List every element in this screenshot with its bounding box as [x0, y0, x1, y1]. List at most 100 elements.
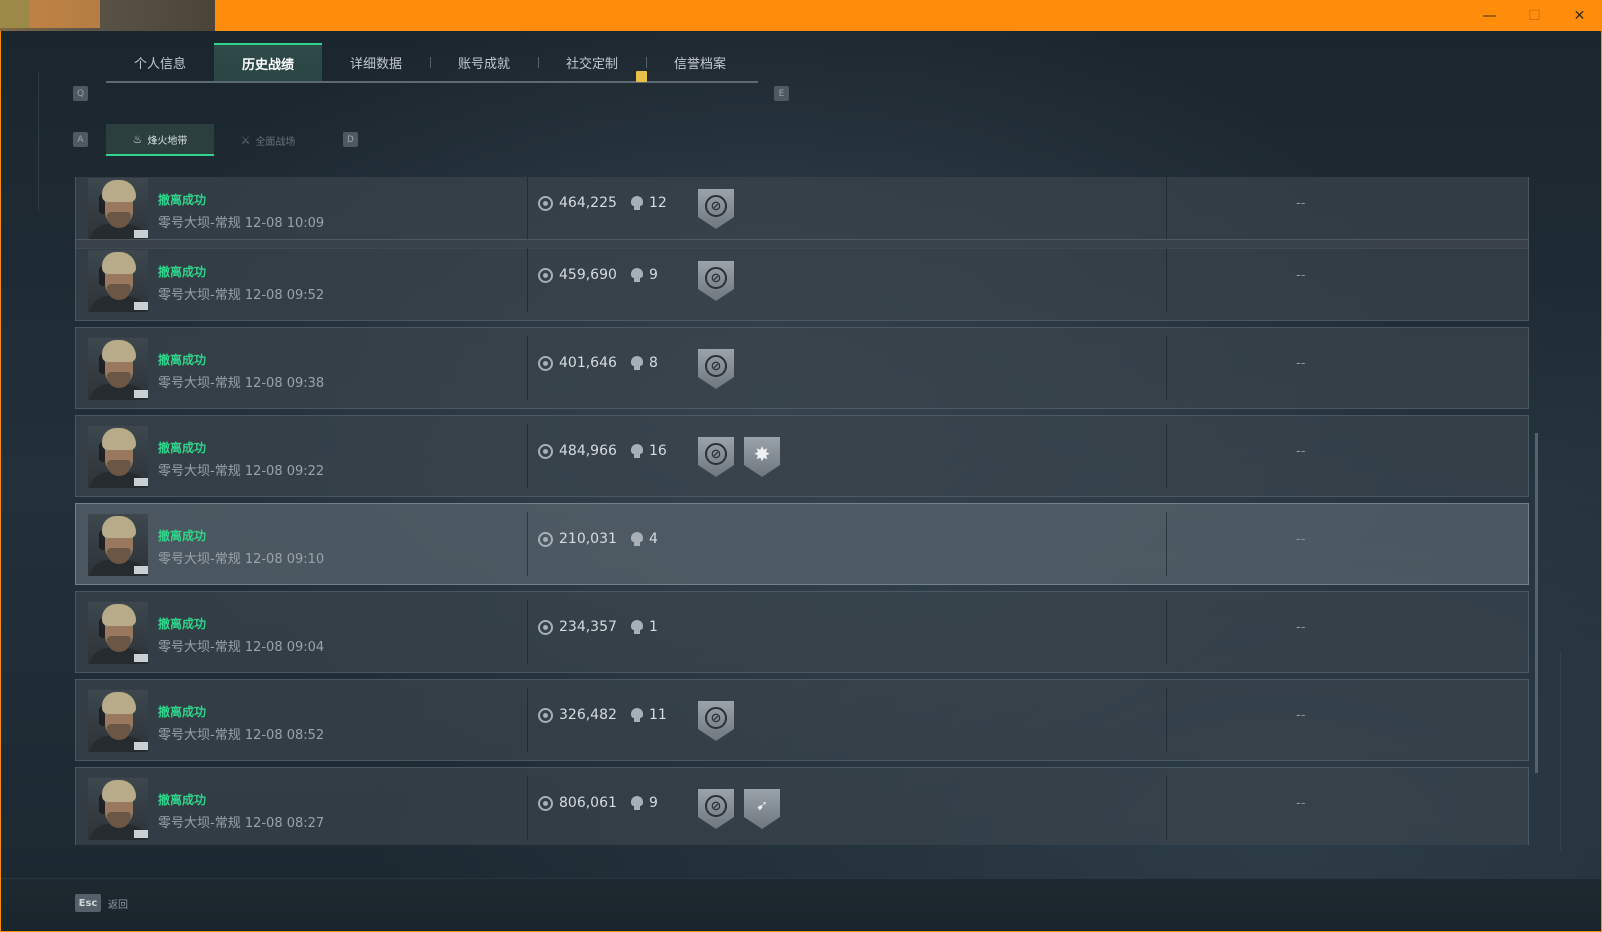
skull-icon: [631, 532, 643, 546]
match-map-time: 零号大坝-常规 12-08 08:27: [158, 816, 325, 831]
match-note: --: [1296, 620, 1306, 635]
decor-line: [1560, 651, 1561, 851]
row-divider: [1166, 688, 1167, 752]
skull-icon: [631, 196, 643, 210]
loot-value: 401,646: [538, 355, 617, 371]
row-divider: [527, 336, 528, 400]
loot-value: 464,225: [538, 195, 617, 211]
window-titlebar[interactable]: [0, 0, 1602, 31]
row-divider: [527, 177, 528, 240]
kill-count: 9: [631, 267, 658, 283]
extraction-badge-icon[interactable]: ⊘: [698, 189, 734, 229]
match-row[interactable]: 撤离成功 零号大坝-常规 12-08 09:52 459,690 9 ⊘ --: [75, 239, 1529, 321]
skull-icon: [631, 620, 643, 634]
loot-value-text: 326,482: [559, 707, 617, 723]
loot-value-text: 464,225: [559, 195, 617, 211]
subtab-prev-key[interactable]: A: [73, 132, 88, 147]
kill-count-text: 11: [649, 707, 667, 723]
skull-icon: [631, 796, 643, 810]
tab-1[interactable]: 历史战绩: [214, 43, 322, 81]
weapon-badge-icon[interactable]: ➹: [744, 789, 780, 829]
extraction-badge-icon[interactable]: ⊘: [698, 789, 734, 829]
mode-tabs: ♨ 烽火地带 ⚔ 全面战场: [106, 124, 322, 156]
row-divider: [1166, 600, 1167, 664]
match-map-time: 零号大坝-常规 12-08 09:22: [158, 464, 325, 479]
match-note: --: [1296, 268, 1306, 283]
coin-icon: [538, 795, 553, 811]
flame-mode-icon: ♨: [132, 132, 143, 146]
back-button[interactable]: Esc 返回: [75, 894, 128, 912]
extraction-badge-icon[interactable]: ⊘: [698, 701, 734, 741]
match-history-list[interactable]: 撤离成功 零号大坝-常规 12-08 10:09 464,225 12 ⊘ -- 撤离成功零…: [75, 177, 1537, 845]
list-scrollbar[interactable]: [1535, 433, 1538, 773]
match-status: 撤离成功: [158, 265, 207, 279]
match-map-time: 零号大坝-常规 12-08 08:52: [158, 728, 325, 743]
match-status: 撤离成功: [158, 793, 207, 807]
maximize-button[interactable]: ☐: [1512, 0, 1557, 31]
footer-bar: [0, 878, 1602, 932]
tab-prev-key[interactable]: Q: [73, 86, 88, 101]
coin-icon: [538, 531, 553, 547]
tab-0[interactable]: 个人信息: [106, 43, 214, 81]
loot-value-text: 210,031: [559, 531, 617, 547]
match-row[interactable]: 撤离成功 零号大坝-常规 12-08 08:27 806,061 9 ⊘ ➹ --: [75, 767, 1529, 845]
tab-4[interactable]: 社交定制: [538, 43, 646, 81]
notification-dot: [636, 71, 647, 82]
match-note: --: [1296, 708, 1306, 723]
battlefield-mode-icon: ⚔: [240, 133, 251, 147]
coin-icon: [538, 355, 553, 371]
row-divider: [527, 248, 528, 312]
extraction-badge-icon[interactable]: ⊘: [698, 261, 734, 301]
operator-avatar: [88, 338, 148, 400]
match-row[interactable]: 撤离成功 零号大坝-常规 12-08 09:38 401,646 8 ⊘ --: [75, 327, 1529, 409]
match-row[interactable]: 撤离成功零号大坝-常规 12-08 09:04 234,357 1 --: [75, 591, 1529, 673]
match-row[interactable]: 撤离成功 零号大坝-常规 12-08 09:10 210,031 4 --: [75, 503, 1529, 585]
window-controls: — ☐ ✕: [1467, 0, 1602, 31]
kill-count-text: 1: [649, 619, 658, 635]
skull-icon: [631, 356, 643, 370]
mode-tab-1[interactable]: ⚔ 全面战场: [214, 124, 322, 156]
main-tabs: 个人信息 历史战绩 详细数据 账号成就 社交定制 信誉档案: [106, 43, 758, 83]
minimize-button[interactable]: —: [1467, 0, 1512, 31]
kill-count: 8: [631, 355, 658, 371]
mode-tab-0[interactable]: ♨ 烽火地带: [106, 124, 214, 156]
match-status: 撤离成功: [158, 353, 207, 367]
tab-3[interactable]: 账号成就: [430, 43, 538, 81]
skull-icon: [631, 268, 643, 282]
match-status: 撤离成功: [158, 705, 207, 719]
kill-count: 1: [631, 619, 658, 635]
star-badge-icon[interactable]: ✸: [744, 437, 780, 477]
esc-key-icon: Esc: [75, 894, 101, 912]
match-status: 撤离成功: [158, 193, 207, 207]
match-note: --: [1296, 196, 1306, 211]
kill-count-text: 12: [649, 195, 667, 211]
tab-5[interactable]: 信誉档案: [646, 43, 754, 81]
kill-count-text: 16: [649, 443, 667, 459]
mode-tab-label: 全面战场: [255, 136, 296, 148]
loot-value: 326,482: [538, 707, 617, 723]
kill-count-text: 9: [649, 267, 658, 283]
match-note: --: [1296, 356, 1306, 371]
row-divider: [527, 512, 528, 576]
extraction-badge-icon[interactable]: ⊘: [698, 437, 734, 477]
loot-value: 210,031: [538, 531, 617, 547]
match-row[interactable]: 撤离成功零号大坝-常规 12-08 08:52 326,482 11 ⊘ --: [75, 679, 1529, 761]
extraction-badge-icon[interactable]: ⊘: [698, 349, 734, 389]
kill-count: 16: [631, 443, 667, 459]
match-status: 撤离成功: [158, 617, 207, 631]
tab-next-key[interactable]: E: [774, 86, 789, 101]
row-divider: [1166, 424, 1167, 488]
operator-avatar: [88, 514, 148, 576]
coin-icon: [538, 707, 553, 723]
match-row[interactable]: 撤离成功 零号大坝-常规 12-08 09:22 484,966 16 ⊘ ✸ --: [75, 415, 1529, 497]
row-divider: [1166, 177, 1167, 240]
tab-2[interactable]: 详细数据: [322, 43, 430, 81]
kill-count: 12: [631, 195, 667, 211]
close-button[interactable]: ✕: [1557, 0, 1602, 31]
match-status: 撤离成功: [158, 529, 207, 543]
loot-value: 459,690: [538, 267, 617, 283]
row-divider: [1166, 336, 1167, 400]
subtab-next-key[interactable]: D: [343, 132, 358, 147]
loot-value-text: 234,357: [559, 619, 617, 635]
match-map-time: 零号大坝-常规 12-08 09:04: [158, 640, 325, 655]
